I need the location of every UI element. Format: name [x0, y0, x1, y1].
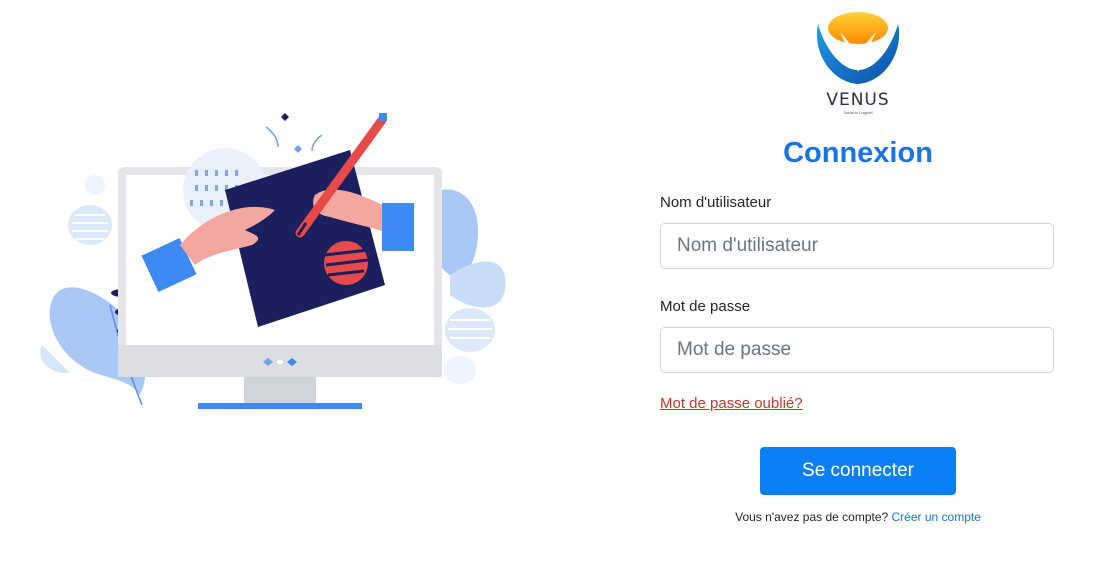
password-input[interactable] — [660, 327, 1054, 373]
hero-illustration — [30, 105, 510, 415]
login-button[interactable]: Se connecter — [760, 447, 956, 495]
signup-prompt: Vous n'avez pas de compte? — [735, 510, 889, 524]
venus-logo-icon — [816, 12, 900, 84]
signup-row: Vous n'avez pas de compte? Créer un comp… — [660, 510, 1056, 524]
brand-name: VENUS — [826, 90, 890, 110]
password-label: Mot de passe — [660, 298, 751, 315]
username-input[interactable] — [660, 223, 1054, 269]
page-title: Connexion — [783, 137, 933, 169]
monitor-drawing-icon — [40, 113, 506, 409]
venus-logo: VENUS Solution Logiciel — [810, 10, 906, 118]
create-account-link[interactable]: Créer un compte — [892, 510, 981, 524]
username-label: Nom d'utilisateur — [660, 194, 772, 211]
brand-tagline: Solution Logiciel — [843, 110, 873, 115]
forgot-password-link[interactable]: Mot de passe oublié? — [660, 395, 803, 412]
